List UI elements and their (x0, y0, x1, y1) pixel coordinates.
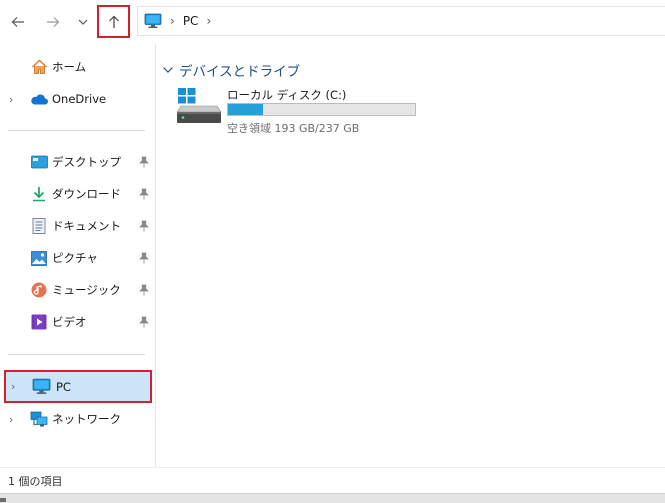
content-pane: デバイスとドライブ ローカル ディスク (C:) 空き領域 193 GB/237… (157, 44, 665, 467)
sidebar-item-desktop[interactable]: デスクトップ (8, 149, 154, 175)
pin-icon[interactable] (138, 220, 150, 232)
sidebar-divider (8, 130, 145, 131)
sidebar-item-onedrive[interactable]: › OneDrive (8, 86, 154, 112)
sidebar-item-label: ピクチャ (52, 251, 98, 265)
drive-name: ローカル ディスク (C:) (227, 88, 347, 102)
forward-button[interactable] (38, 7, 68, 37)
pc-monitor-icon (144, 13, 162, 28)
scroll-mark (0, 498, 6, 502)
chevron-down-icon (78, 19, 88, 25)
group-header-devices[interactable]: デバイスとドライブ (162, 60, 300, 80)
status-bar: 1 個の項目 (0, 467, 665, 493)
sidebar-item-videos[interactable]: ビデオ (8, 309, 154, 335)
document-icon (30, 217, 48, 235)
breadcrumb-separator[interactable]: › (170, 15, 175, 27)
download-icon (30, 185, 48, 203)
sidebar-item-label: ミュージック (52, 283, 121, 297)
address-bar[interactable]: › PC › (137, 6, 665, 36)
recent-locations-button[interactable] (70, 7, 96, 37)
pin-icon[interactable] (138, 188, 150, 200)
sidebar-item-home[interactable]: ホーム (8, 54, 154, 80)
sidebar-item-pictures[interactable]: ピクチャ (8, 245, 154, 271)
chevron-right-icon[interactable]: › (9, 93, 19, 106)
arrow-right-icon (47, 17, 60, 27)
video-icon (30, 313, 48, 331)
up-button[interactable] (97, 5, 130, 38)
breadcrumb-separator[interactable]: › (206, 15, 211, 27)
chevron-right-icon[interactable]: › (11, 380, 21, 393)
pin-icon[interactable] (138, 284, 150, 296)
breadcrumb-pc[interactable]: PC (183, 14, 199, 28)
sidebar-item-label: ダウンロード (52, 187, 121, 201)
back-button[interactable] (3, 7, 33, 37)
navigation-pane: ホーム › OneDrive デスクトップ ダウンロード ドキュメント ピクチャ… (0, 44, 156, 467)
sidebar-item-label: ビデオ (52, 315, 87, 329)
sidebar-item-label: デスクトップ (52, 155, 121, 169)
sidebar-item-label: OneDrive (52, 92, 107, 106)
network-icon (30, 410, 48, 428)
music-icon (30, 281, 48, 299)
pin-icon[interactable] (138, 252, 150, 264)
sidebar-item-documents[interactable]: ドキュメント (8, 213, 154, 239)
windows-drive-icon (176, 88, 222, 123)
sidebar-item-downloads[interactable]: ダウンロード (8, 181, 154, 207)
chevron-down-icon (163, 67, 173, 73)
pictures-icon (30, 249, 48, 267)
group-title: デバイスとドライブ (179, 64, 301, 80)
drive-usage-fill (228, 104, 263, 115)
pin-icon[interactable] (138, 156, 150, 168)
sidebar-item-pc[interactable]: › PC (4, 370, 152, 403)
home-icon (30, 58, 48, 76)
item-count: 1 個の項目 (8, 474, 63, 488)
sidebar-divider (8, 354, 145, 355)
sidebar-item-label: ドキュメント (52, 219, 121, 233)
chevron-right-icon[interactable]: › (9, 413, 19, 426)
arrow-up-icon (108, 15, 119, 28)
sidebar-item-label: PC (56, 379, 71, 394)
pin-icon[interactable] (138, 316, 150, 328)
pc-monitor-icon (31, 378, 51, 396)
drive-item-c[interactable]: ローカル ディスク (C:) 空き領域 193 GB/237 GB (175, 86, 425, 136)
sidebar-item-network[interactable]: › ネットワーク (8, 406, 154, 432)
desktop-icon (30, 153, 48, 171)
cloud-icon (30, 90, 48, 108)
sidebar-item-label: ホーム (52, 60, 87, 74)
window-bottom-edge (0, 493, 665, 503)
navigation-bar: › PC › (0, 0, 665, 42)
arrow-left-icon (11, 17, 24, 27)
drive-usage-bar (227, 103, 416, 116)
drive-free-space: 空き領域 193 GB/237 GB (227, 122, 360, 135)
sidebar-item-label: ネットワーク (52, 412, 121, 426)
sidebar-item-music[interactable]: ミュージック (8, 277, 154, 303)
